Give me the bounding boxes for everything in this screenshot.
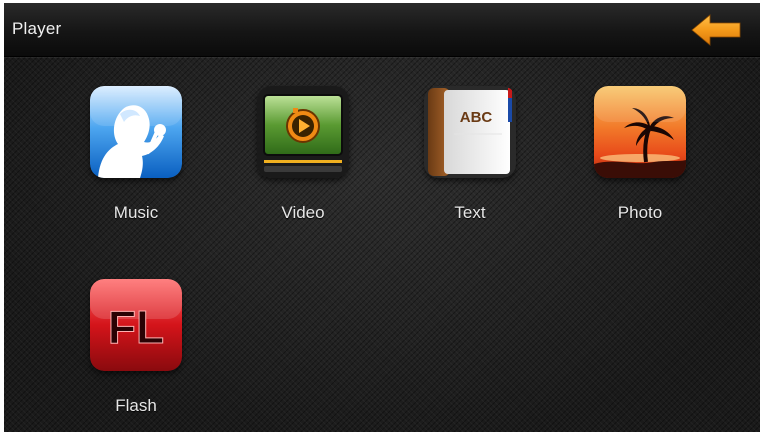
- app-photo[interactable]: Photo: [579, 86, 699, 236]
- app-video[interactable]: Video: [242, 86, 362, 236]
- back-arrow-icon: [691, 14, 741, 46]
- title-bar: Player: [4, 3, 760, 57]
- app-music[interactable]: Music: [75, 86, 195, 236]
- back-button[interactable]: [688, 12, 744, 48]
- app-flash[interactable]: FL Flash: [75, 279, 195, 429]
- flash-icon: FL: [90, 279, 182, 371]
- music-icon: [90, 86, 182, 178]
- photo-icon: [594, 86, 686, 178]
- app-label-photo: Photo: [617, 203, 663, 222]
- text-icon-badge: ABC: [460, 109, 493, 126]
- text-icon: ABC: [424, 86, 516, 178]
- app-text[interactable]: ABC Text: [409, 86, 529, 236]
- player-screen: Player Music Video ABC Text Photo FL Fla…: [4, 3, 760, 432]
- app-label-flash: Flash: [115, 396, 157, 415]
- app-label-music: Music: [113, 203, 159, 222]
- app-label-video: Video: [281, 203, 325, 222]
- flash-icon-badge: FL: [108, 301, 164, 353]
- app-label-text: Text: [454, 203, 486, 222]
- page-title: Player: [12, 19, 62, 38]
- video-icon: [257, 86, 349, 178]
